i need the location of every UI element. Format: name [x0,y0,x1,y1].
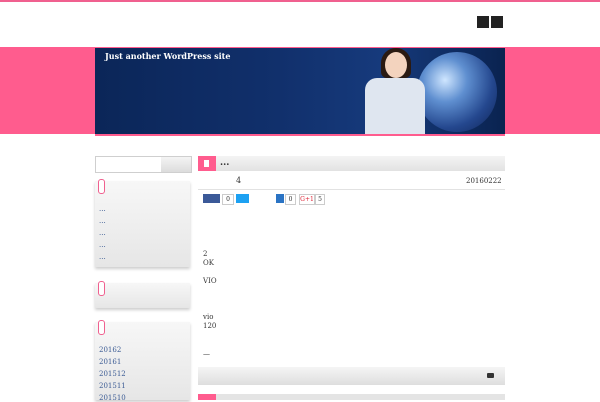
woman-graphic-head [385,52,407,78]
facebook-count: 0 [222,194,234,205]
post-title[interactable]: ... [220,158,229,168]
widget-item[interactable]: ... [99,205,106,213]
post-title-bar: ... [198,156,505,171]
sidebar-widget-recent: ... ... ... ... ... [95,179,190,267]
widget-item[interactable]: ... [99,229,106,237]
search-input[interactable] [95,156,192,173]
sitemap-icon[interactable] [477,16,489,28]
site-tagline: Just another WordPress site [105,51,231,61]
search-button[interactable] [161,157,191,172]
woman-graphic-body [365,78,425,134]
hatena-count: 0 [285,194,296,205]
clip-icon [98,320,105,335]
google-plus-button[interactable]: G+1 [299,194,315,205]
widget-item[interactable]: ... [99,217,106,225]
archive-link[interactable]: 201510 [99,394,126,402]
document-icon [198,394,216,400]
document-icon [198,156,216,171]
body-line: 120 [203,322,217,330]
header-image[interactable]: Just another WordPress site [95,48,505,136]
widget-item[interactable]: ... [99,241,106,249]
google-plus-count: 5 [315,194,325,205]
post-heading: 4 [236,176,242,185]
body-line: 2 [203,250,208,258]
hatena-bookmark-button[interactable] [276,194,284,203]
next-post-title-bar [198,394,505,400]
globe-graphic [417,52,497,132]
body-line: VIO [203,277,217,285]
sidebar-widget-archive: 20162 20161 201512 201511 201510 [95,320,190,402]
archive-link[interactable]: 20162 [99,346,121,354]
archive-link[interactable]: 20161 [99,358,121,366]
widget-item[interactable]: ... [99,253,106,261]
archive-link[interactable]: 201512 [99,370,126,378]
clip-icon [98,281,105,296]
rss-icon[interactable] [491,16,503,28]
sidebar-widget-empty [95,281,190,308]
body-line: — [203,350,210,358]
top-accent-line [0,0,600,2]
body-line: vio [203,313,214,321]
twitter-share-button[interactable] [236,194,249,203]
divider [198,189,505,190]
clip-icon [98,179,105,194]
folder-icon[interactable] [487,373,494,378]
body-line: OK [203,259,214,267]
archive-link[interactable]: 201511 [99,382,126,390]
post-date: 20160222 [466,177,502,185]
facebook-share-button[interactable] [203,194,220,203]
post-footer-bar [198,367,505,385]
